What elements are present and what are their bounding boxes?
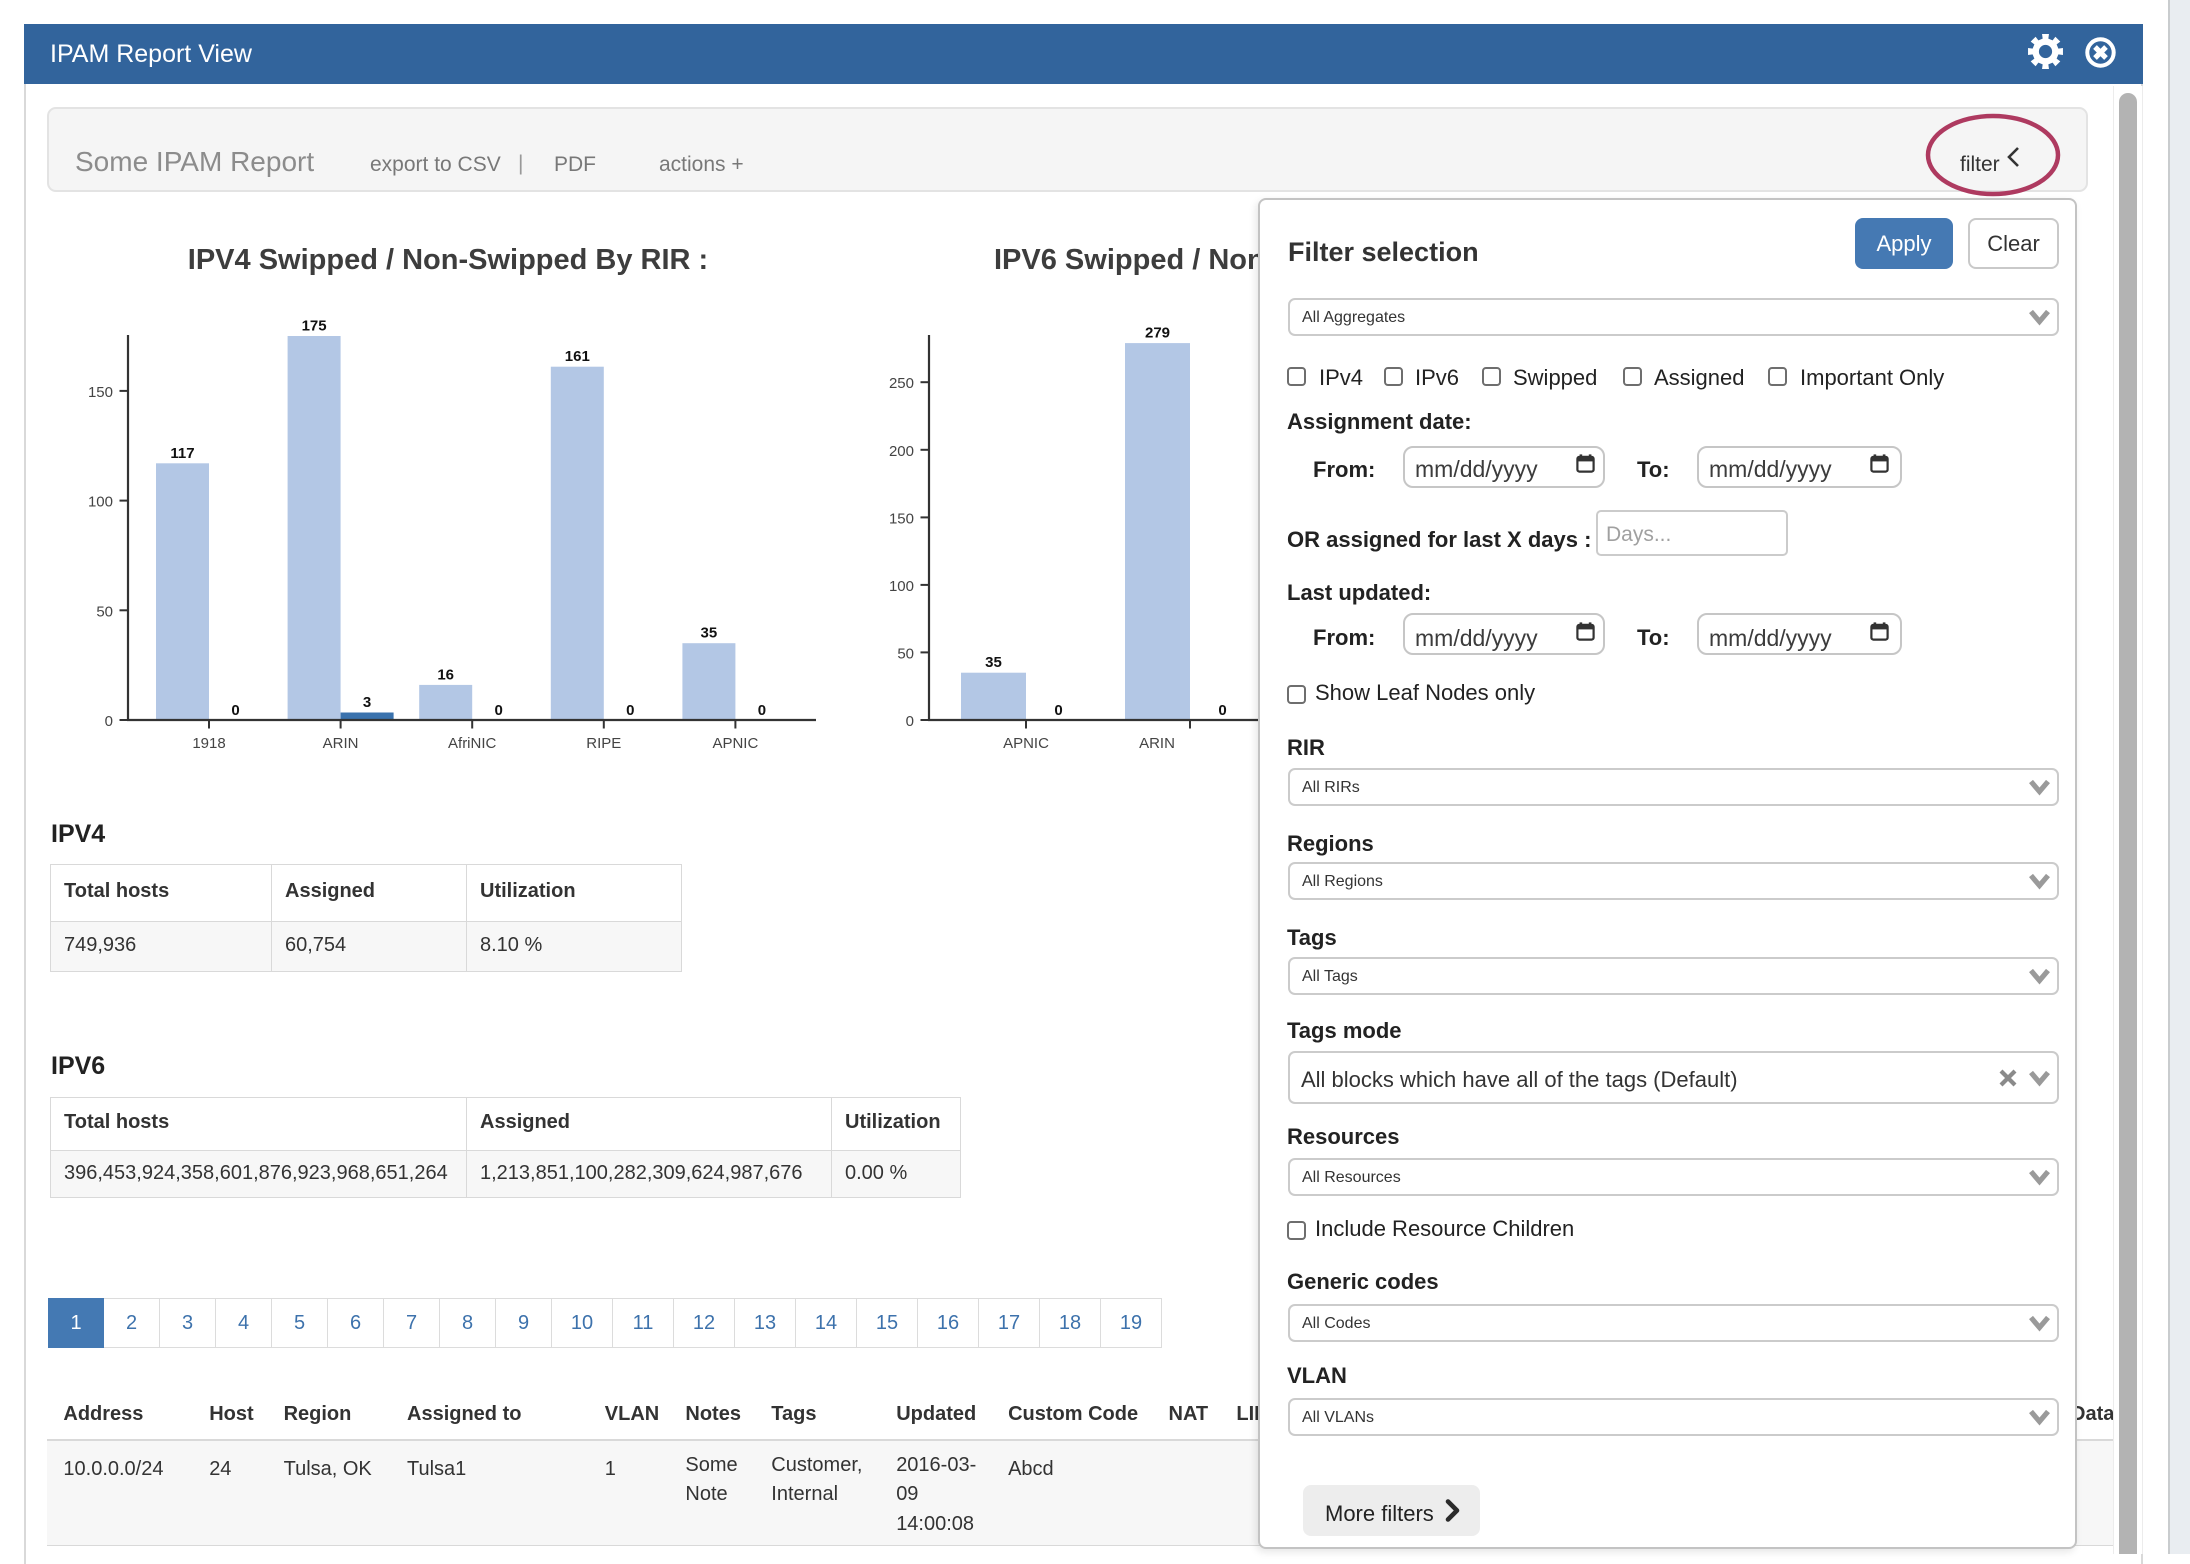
svg-text:ARIN: ARIN	[1139, 735, 1175, 752]
svg-text:117: 117	[170, 445, 194, 462]
svg-text:0: 0	[1218, 702, 1226, 719]
svg-text:0: 0	[626, 702, 634, 719]
svg-text:AfriNIC: AfriNIC	[448, 735, 497, 752]
svg-text:35: 35	[985, 654, 1002, 671]
svg-text:RIPE: RIPE	[586, 735, 621, 752]
svg-text:279: 279	[1145, 325, 1170, 342]
svg-text:IPV6 Swipped / Non-Swipped By: IPV6 Swipped / Non-Swipped By RIR :	[994, 244, 1262, 276]
svg-text:35: 35	[701, 625, 718, 642]
svg-text:16: 16	[437, 666, 454, 683]
svg-text:0: 0	[105, 713, 113, 730]
svg-text:0: 0	[1054, 702, 1062, 719]
svg-text:50: 50	[96, 603, 113, 620]
svg-text:0: 0	[758, 702, 766, 719]
svg-text:1918: 1918	[192, 735, 225, 752]
svg-text:0: 0	[906, 713, 914, 730]
svg-text:200: 200	[889, 443, 914, 460]
svg-text:0: 0	[231, 702, 239, 719]
svg-text:APNIC: APNIC	[1003, 735, 1049, 752]
svg-text:100: 100	[88, 494, 113, 511]
svg-text:IPV4 Swipped / Non-Swipped By: IPV4 Swipped / Non-Swipped By RIR :	[188, 244, 708, 276]
svg-text:3: 3	[363, 694, 371, 711]
svg-text:50: 50	[897, 645, 914, 662]
svg-text:161: 161	[565, 348, 590, 365]
svg-text:175: 175	[302, 318, 327, 335]
svg-text:ARIN: ARIN	[323, 735, 359, 752]
svg-text:100: 100	[889, 578, 914, 595]
svg-text:250: 250	[889, 375, 914, 392]
svg-text:150: 150	[889, 510, 914, 527]
svg-text:150: 150	[88, 384, 113, 401]
svg-text:0: 0	[495, 702, 503, 719]
svg-text:APNIC: APNIC	[712, 735, 758, 752]
